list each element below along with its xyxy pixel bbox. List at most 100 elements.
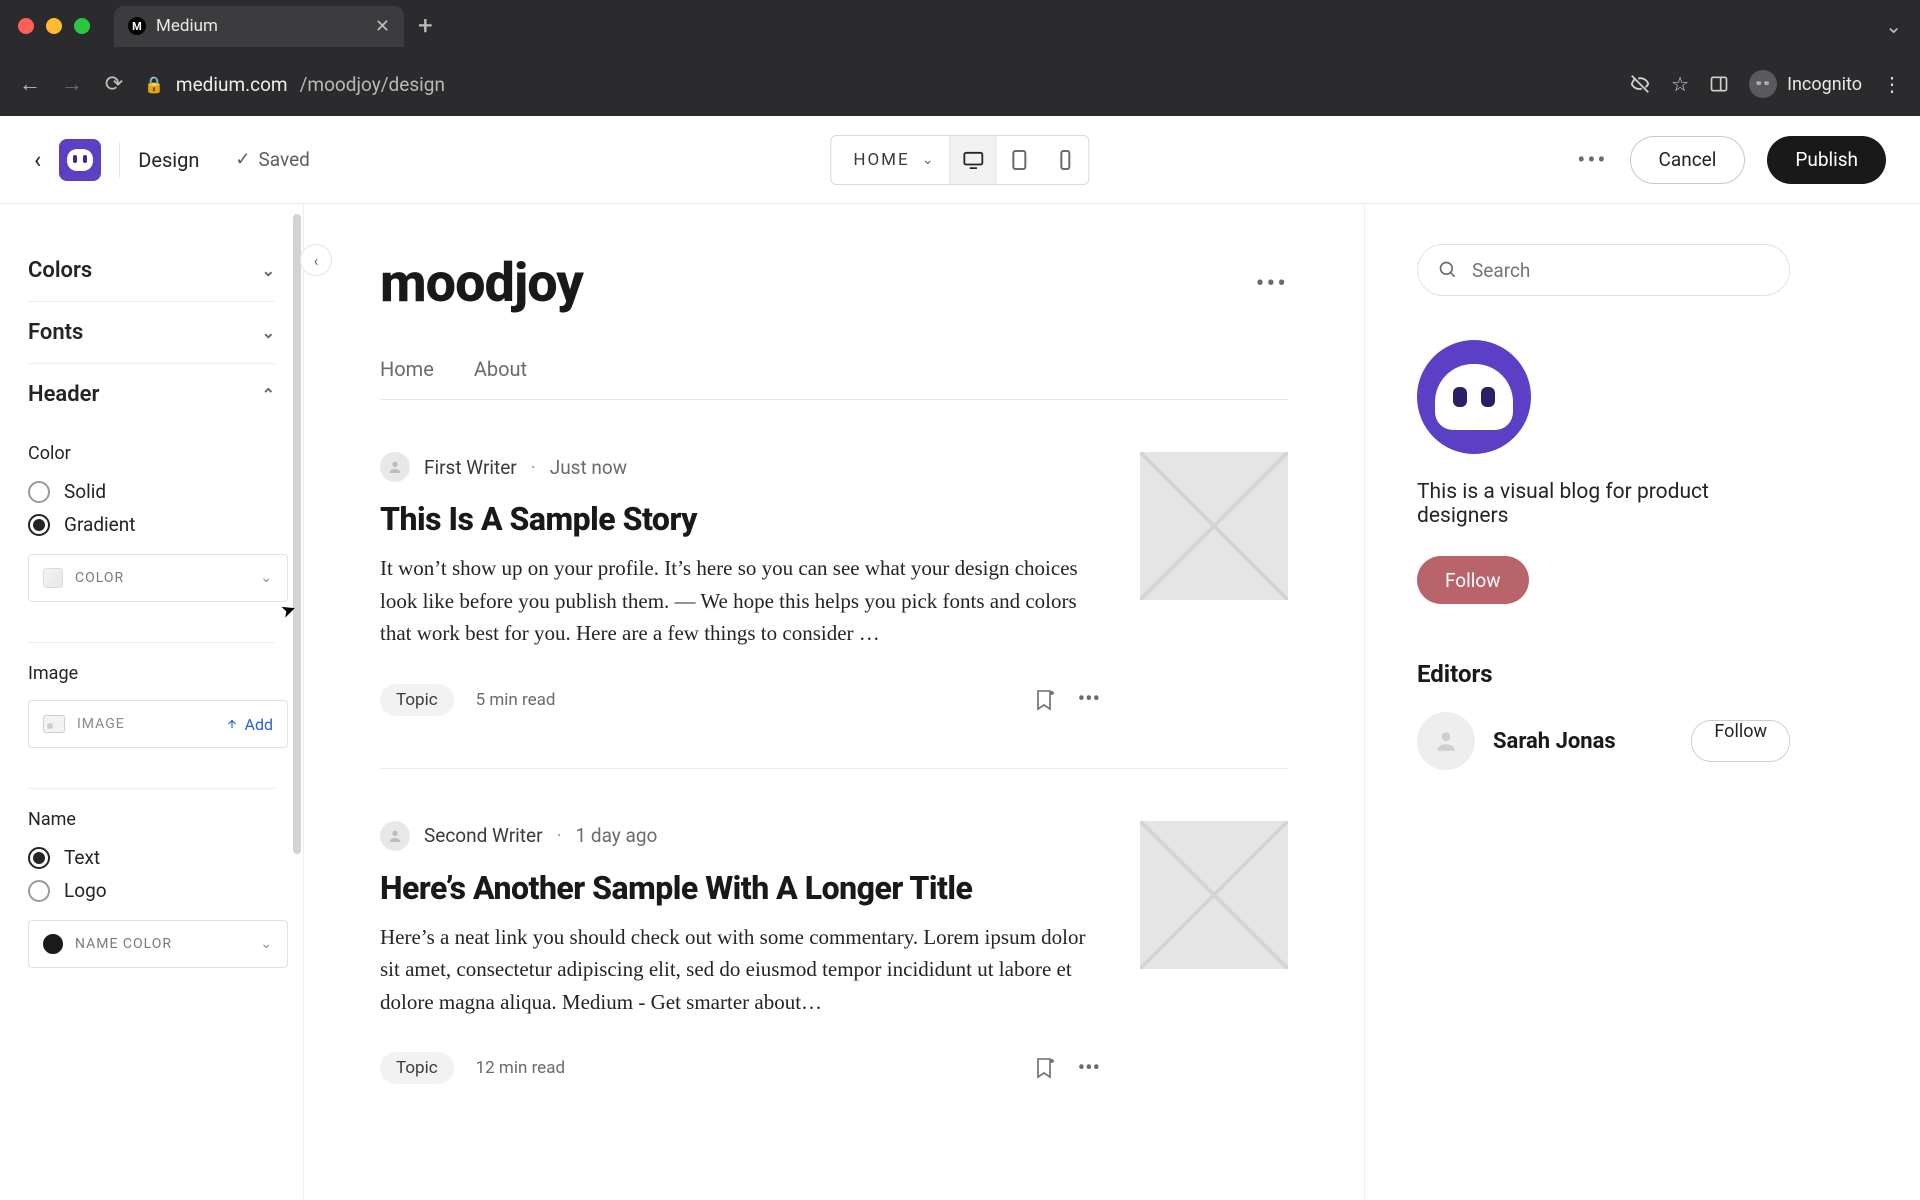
radio-label-text: Text	[64, 846, 100, 869]
avatar-icon	[1417, 712, 1475, 770]
back-icon[interactable]: ←	[18, 71, 42, 97]
publish-button[interactable]: Publish	[1767, 136, 1886, 184]
article-column: moodjoy ••• Home About First Writer · Ju…	[304, 204, 1364, 1200]
page-selector[interactable]: HOME ⌄	[830, 135, 950, 185]
divider	[119, 143, 120, 177]
mobile-preview-button[interactable]	[1043, 136, 1089, 184]
avatar-icon	[380, 821, 410, 851]
new-tab-button[interactable]: +	[418, 11, 433, 41]
cancel-button[interactable]: Cancel	[1630, 136, 1746, 184]
browser-chrome: M Medium ✕ + ⌄ ← → ⟳ 🔒 medium.com/moodjo…	[0, 0, 1920, 116]
star-icon[interactable]: ☆	[1671, 72, 1689, 96]
browser-tab[interactable]: M Medium ✕	[114, 6, 404, 47]
color-picker-label: COLOR	[75, 570, 124, 586]
search-input[interactable]	[1472, 259, 1769, 282]
story-thumbnail	[1140, 821, 1288, 969]
story-card: Second Writer · 1 day ago Here’s Another…	[380, 769, 1288, 1137]
close-window-icon[interactable]	[18, 18, 34, 34]
more-menu-icon[interactable]: •••	[1577, 146, 1607, 174]
publication-more-icon[interactable]: •••	[1256, 269, 1288, 299]
image-picker[interactable]: IMAGE Add	[28, 700, 288, 748]
mode-label: Design	[138, 148, 199, 172]
color-swatch-icon	[43, 934, 63, 954]
reload-icon[interactable]: ⟳	[102, 72, 126, 97]
panel-fonts[interactable]: Fonts ⌄	[28, 302, 275, 364]
name-option-text[interactable]: Text	[28, 846, 275, 869]
desktop-preview-button[interactable]	[951, 136, 997, 184]
color-swatch-icon	[43, 568, 63, 588]
publication-nav: Home About	[380, 357, 1288, 400]
radio-icon	[28, 481, 50, 503]
story-excerpt: Here’s a neat link you should check out …	[380, 921, 1100, 1019]
back-button[interactable]: ‹	[34, 146, 41, 174]
maximize-window-icon[interactable]	[74, 18, 90, 34]
radio-selected-icon	[28, 514, 50, 536]
collapse-sidebar-button[interactable]: ‹	[300, 244, 332, 276]
author-name[interactable]: First Writer	[424, 456, 517, 479]
incognito-icon: 👓	[1749, 70, 1777, 98]
incognito-indicator[interactable]: 👓 Incognito	[1749, 70, 1862, 98]
editors-heading: Editors	[1417, 660, 1790, 688]
story-title[interactable]: This Is A Sample Story	[380, 500, 1100, 538]
story-more-icon[interactable]: •••	[1078, 687, 1100, 712]
tablet-preview-button[interactable]	[997, 136, 1043, 184]
forward-icon[interactable]: →	[60, 71, 84, 97]
editor-name[interactable]: Sarah Jonas	[1493, 729, 1673, 754]
name-option-logo[interactable]: Logo	[28, 879, 275, 902]
radio-icon	[28, 880, 50, 902]
right-rail: This is a visual blog for product design…	[1364, 204, 1842, 1200]
topic-pill[interactable]: Topic	[380, 684, 454, 716]
tab-strip: M Medium ✕ + ⌄	[0, 0, 1920, 52]
publication-bio: This is a visual blog for product design…	[1417, 480, 1790, 528]
url-path: /moodjoy/design	[300, 73, 445, 96]
tab-close-icon[interactable]: ✕	[375, 16, 390, 37]
color-picker[interactable]: COLOR ⌄	[28, 554, 288, 602]
window-controls[interactable]	[18, 18, 90, 34]
device-preview-group	[951, 135, 1090, 185]
chevron-down-icon: ⌄	[922, 152, 936, 168]
radio-selected-icon	[28, 847, 50, 869]
search-icon	[1438, 260, 1458, 280]
author-name[interactable]: Second Writer	[424, 824, 543, 847]
image-thumb-icon	[43, 715, 65, 733]
story-more-icon[interactable]: •••	[1078, 1056, 1100, 1081]
chevron-down-icon: ⌄	[260, 936, 273, 952]
published-ago: 1 day ago	[575, 824, 657, 847]
story-title[interactable]: Here’s Another Sample With A Longer Titl…	[380, 869, 1100, 907]
image-add-button[interactable]: Add	[225, 715, 273, 734]
scrollbar[interactable]	[293, 214, 301, 854]
publication-logo[interactable]	[59, 139, 101, 181]
name-color-picker[interactable]: NAME COLOR ⌄	[28, 920, 288, 968]
bookmark-icon[interactable]	[1032, 1056, 1056, 1080]
tabs-overflow-icon[interactable]: ⌄	[1885, 14, 1902, 38]
panel-icon[interactable]	[1709, 74, 1729, 94]
topic-pill[interactable]: Topic	[380, 1052, 454, 1084]
bookmark-icon[interactable]	[1032, 688, 1056, 712]
read-time: 5 min read	[476, 690, 556, 710]
color-option-gradient[interactable]: Gradient	[28, 513, 275, 536]
panel-header[interactable]: Header ⌃	[28, 364, 275, 425]
search-field[interactable]	[1417, 244, 1790, 296]
url-field[interactable]: 🔒 medium.com/moodjoy/design	[144, 73, 1611, 96]
editor-follow-button[interactable]: Follow	[1691, 720, 1790, 762]
chevron-down-icon: ⌄	[262, 261, 275, 280]
minimize-window-icon[interactable]	[46, 18, 62, 34]
color-option-solid[interactable]: Solid	[28, 480, 275, 503]
kebab-menu-icon[interactable]: ⋮	[1882, 72, 1902, 96]
follow-button[interactable]: Follow	[1417, 556, 1529, 604]
eye-off-icon[interactable]	[1629, 73, 1651, 95]
dot-separator: ·	[557, 824, 562, 847]
image-add-label: Add	[245, 715, 273, 734]
tab-title: Medium	[156, 16, 218, 36]
chevron-down-icon: ⌄	[262, 323, 275, 342]
app-toolbar: ‹ Design ✓ Saved HOME ⌄ ••• Can	[0, 116, 1920, 204]
favicon-icon: M	[128, 17, 146, 35]
save-status: ✓ Saved	[235, 148, 309, 171]
panel-colors[interactable]: Colors ⌄	[28, 240, 275, 302]
nav-about[interactable]: About	[474, 357, 527, 399]
design-sidebar: Colors ⌄ Fonts ⌄ Header ⌃ Color Solid Gr…	[0, 204, 304, 1200]
check-icon: ✓	[235, 149, 250, 170]
nav-home[interactable]: Home	[380, 357, 434, 399]
panel-header-label: Header	[28, 382, 99, 407]
preview-pane: moodjoy ••• Home About First Writer · Ju…	[304, 204, 1920, 1200]
